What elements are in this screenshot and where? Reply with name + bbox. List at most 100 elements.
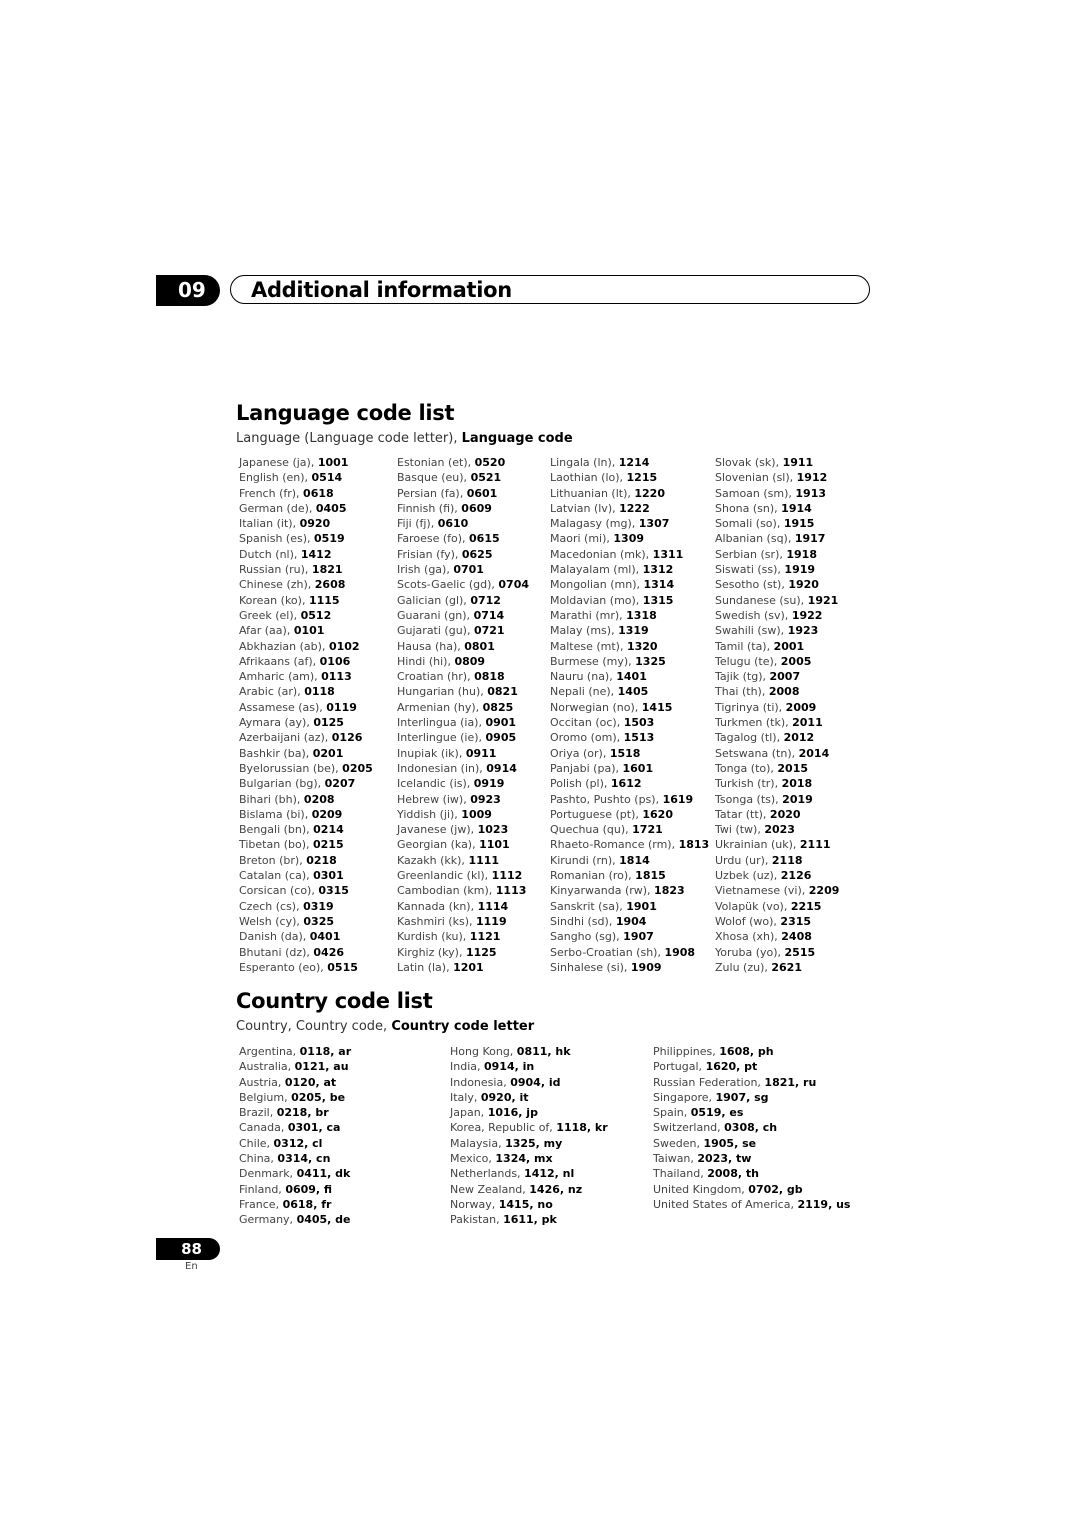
language-entry: Byelorussian (be), 0205 xyxy=(239,761,373,776)
language-entry: Lithuanian (lt), 1220 xyxy=(550,486,709,501)
entry-name: Thai (th), xyxy=(715,685,769,699)
entry-name: Turkish (tr), xyxy=(715,777,782,791)
entry-code: 2215 xyxy=(790,899,822,913)
language-entry: Romanian (ro), 1815 xyxy=(550,868,709,883)
country-entry: China, 0314, cn xyxy=(239,1151,351,1166)
country-entry: Japan, 1016, jp xyxy=(450,1105,608,1120)
entry-code: 2007 xyxy=(769,670,801,684)
entry-code: 1912 xyxy=(796,471,828,485)
entry-code: 0118 xyxy=(304,685,335,699)
entry-name: Sesotho (st), xyxy=(715,578,789,592)
language-entry: Quechua (qu), 1721 xyxy=(550,822,709,837)
entry-name: Serbian (sr), xyxy=(715,547,787,561)
entry-code: 0512 xyxy=(300,608,332,622)
language-entry: Samoan (sm), 1913 xyxy=(715,486,839,501)
language-entry: Georgian (ka), 1101 xyxy=(397,837,529,852)
chapter-title: Additional information xyxy=(251,278,512,302)
entry-code: 2001 xyxy=(773,639,805,653)
entry-code: 0308, ch xyxy=(724,1121,778,1135)
entry-code: 1922 xyxy=(791,608,823,622)
entry-code: 0825 xyxy=(482,700,514,714)
entry-name: Setswana (tn), xyxy=(715,746,799,760)
language-entry: Laothian (lo), 1215 xyxy=(550,470,709,485)
language-column-3: Lingala (ln), 1214 Laothian (lo), 1215 Lit… xyxy=(550,455,709,975)
entry-name: Turkmen (tk), xyxy=(715,716,793,730)
language-entry: Greek (el), 0512 xyxy=(239,608,373,623)
entry-name: Nepali (ne), xyxy=(550,685,618,699)
country-entry: Indonesia, 0904, id xyxy=(450,1075,608,1090)
entry-code: 0919 xyxy=(473,777,505,791)
entry-code: 1121 xyxy=(469,930,501,944)
entry-name: Chinese (zh), xyxy=(239,578,315,592)
entry-code: 1412 xyxy=(300,547,332,561)
entry-name: Slovak (sk), xyxy=(715,456,783,469)
entry-name: Swahili (sw), xyxy=(715,624,788,638)
entry-name: Japanese (ja), xyxy=(239,456,318,469)
language-entry: Serbo-Croatian (sh), 1908 xyxy=(550,945,709,960)
entry-code: 0118, ar xyxy=(299,1045,352,1058)
entry-name: Serbo-Croatian (sh), xyxy=(550,945,665,959)
entry-name: Wolof (wo), xyxy=(715,914,781,928)
chapter-title-box: Additional information xyxy=(230,275,870,304)
language-entry: Sundanese (su), 1921 xyxy=(715,593,839,608)
entry-name: Oriya (or), xyxy=(550,746,610,760)
entry-code: 1503 xyxy=(623,716,655,730)
entry-code: 0519, es xyxy=(690,1106,744,1120)
entry-code: 0207 xyxy=(324,777,356,791)
language-entry: Pashto, Pushto (ps), 1619 xyxy=(550,792,709,807)
language-entry: Armenian (hy), 0825 xyxy=(397,700,529,715)
language-entry: Tibetan (bo), 0215 xyxy=(239,837,373,852)
country-column-1: Argentina, 0118, ar Australia, 0121, au Au… xyxy=(239,1044,351,1228)
entry-code: 0701 xyxy=(453,563,484,577)
page-number: 88 xyxy=(156,1238,220,1260)
language-entry: Malay (ms), 1319 xyxy=(550,623,709,638)
entry-code: 1401 xyxy=(616,670,647,684)
language-entry: Oriya (or), 1518 xyxy=(550,746,709,761)
language-entry: Latin (la), 1201 xyxy=(397,960,529,975)
entry-name: Somali (so), xyxy=(715,517,784,531)
country-entry: Spain, 0519, es xyxy=(653,1105,850,1120)
entry-code: 0618, fr xyxy=(282,1197,332,1211)
entry-name: Sundanese (su), xyxy=(715,593,808,607)
country-code-list-subtitle: Country, Country code, Country code lett… xyxy=(236,1019,534,1034)
entry-code: 0610 xyxy=(437,517,469,531)
entry-name: Dutch (nl), xyxy=(239,547,301,561)
language-entry: Greenlandic (kl), 1112 xyxy=(397,868,529,883)
entry-code: 0914, in xyxy=(484,1060,535,1074)
language-entry: Galician (gl), 0712 xyxy=(397,593,529,608)
entry-name: Inupiak (ik), xyxy=(397,746,466,760)
entry-code: 2023 xyxy=(764,823,795,837)
language-entry: Kirundi (rn), 1814 xyxy=(550,853,709,868)
entry-code: 0319 xyxy=(303,899,334,913)
language-entry: Hungarian (hu), 0821 xyxy=(397,684,529,699)
entry-code: 2621 xyxy=(771,960,802,974)
entry-code: 1915 xyxy=(783,517,815,531)
entry-name: Xhosa (xh), xyxy=(715,930,782,944)
language-entry: French (fr), 0618 xyxy=(239,486,373,501)
entry-name: Hong Kong, xyxy=(450,1045,517,1058)
entry-code: 0923 xyxy=(470,792,501,806)
country-entry: Belgium, 0205, be xyxy=(239,1090,351,1105)
entry-name: Pashto, Pushto (ps), xyxy=(550,792,663,806)
entry-code: 1118, kr xyxy=(556,1121,608,1135)
language-entry: Uzbek (uz), 2126 xyxy=(715,868,839,883)
language-entry: Welsh (cy), 0325 xyxy=(239,914,373,929)
entry-name: Kazakh (kk), xyxy=(397,853,469,867)
entry-name: Zulu (zu), xyxy=(715,960,772,974)
entry-code: 2012 xyxy=(783,731,815,745)
language-entry: Sesotho (st), 1920 xyxy=(715,577,839,592)
language-entry: Azerbaijani (az), 0126 xyxy=(239,730,373,745)
language-entry: Occitan (oc), 1503 xyxy=(550,715,709,730)
entry-code: 0215 xyxy=(313,838,344,852)
language-entry: Kazakh (kk), 1111 xyxy=(397,853,529,868)
entry-name: Malagasy (mg), xyxy=(550,517,639,531)
country-entry: Netherlands, 1412, nl xyxy=(450,1166,608,1181)
entry-code: 2005 xyxy=(780,654,812,668)
entry-name: Swedish (sv), xyxy=(715,608,792,622)
language-entry: Interlingue (ie), 0905 xyxy=(397,730,529,745)
entry-name: Polish (pl), xyxy=(550,777,611,791)
entry-name: Hausa (ha), xyxy=(397,639,465,653)
entry-name: Occitan (oc), xyxy=(550,716,624,730)
entry-name: Chile, xyxy=(239,1136,274,1150)
entry-name: Panjabi (pa), xyxy=(550,761,623,775)
